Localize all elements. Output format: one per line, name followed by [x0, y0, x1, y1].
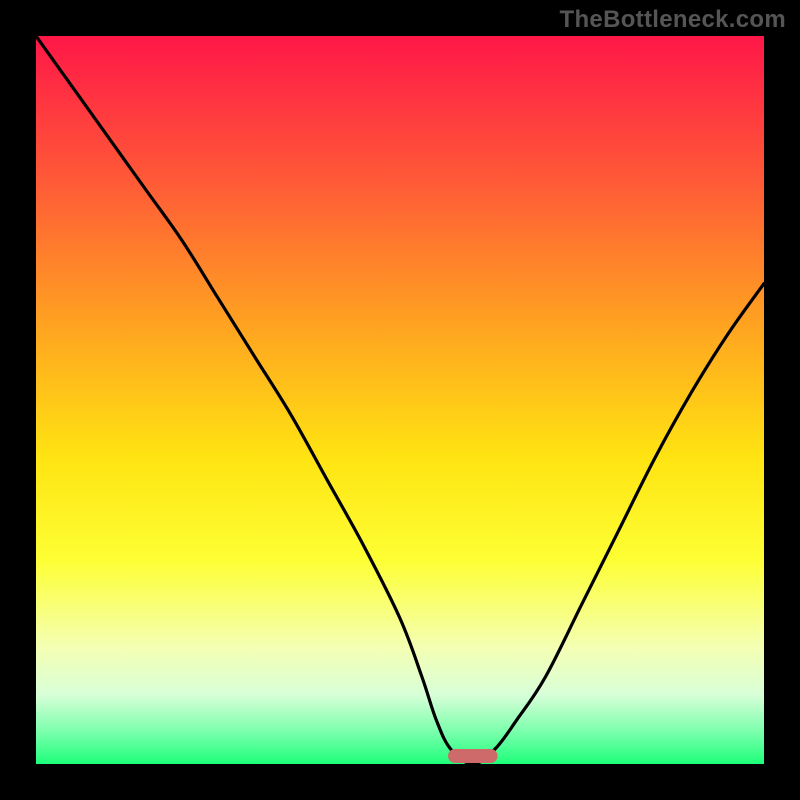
- gradient-background: [36, 36, 764, 764]
- bottleneck-chart-svg: [36, 36, 764, 764]
- plot-area: [36, 36, 764, 764]
- chart-frame: TheBottleneck.com: [0, 0, 800, 800]
- optimum-marker: [448, 749, 498, 763]
- watermark-text: TheBottleneck.com: [560, 6, 786, 34]
